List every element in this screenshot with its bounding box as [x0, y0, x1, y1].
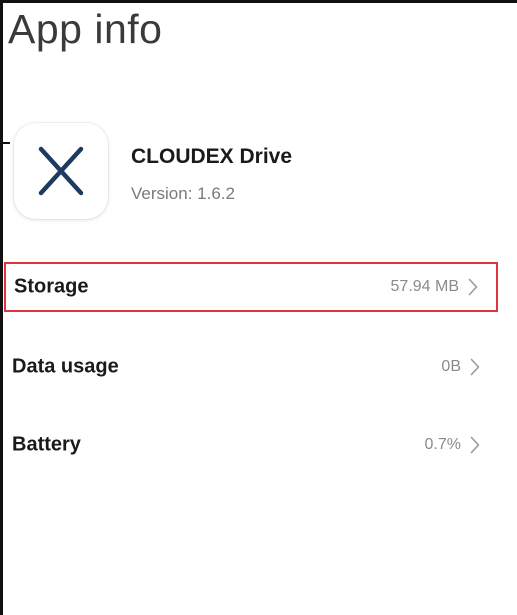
storage-value: 57.94 MB: [390, 278, 459, 295]
battery-label: Battery: [12, 433, 81, 456]
battery-row[interactable]: Battery 0.7%: [4, 420, 498, 470]
screenshot-frame-top: [0, 0, 517, 3]
screenshot-frame-left: [0, 0, 3, 615]
chevron-right-icon: [468, 278, 478, 296]
chevron-right-icon: [470, 358, 480, 376]
chevron-right-icon: [470, 436, 480, 454]
cloudex-x-logo-icon: [38, 146, 84, 196]
battery-value: 0.7%: [424, 436, 461, 453]
storage-row[interactable]: Storage 57.94 MB: [4, 262, 498, 312]
app-name: CLOUDEX Drive: [131, 145, 293, 168]
app-header: CLOUDEX Drive Version: 1.6.2: [14, 123, 494, 223]
page-title: App info: [8, 6, 163, 52]
storage-right: 57.94 MB: [391, 278, 478, 296]
app-version: Version: 1.6.2: [131, 184, 235, 203]
data-usage-label: Data usage: [12, 355, 119, 378]
battery-right: 0.7%: [425, 436, 480, 454]
data-usage-value: 0B: [441, 358, 461, 375]
edge-tick: [0, 142, 10, 144]
data-usage-right: 0B: [441, 358, 480, 376]
data-usage-row[interactable]: Data usage 0B: [4, 342, 498, 392]
app-icon: [14, 123, 108, 219]
storage-label: Storage: [14, 275, 89, 298]
